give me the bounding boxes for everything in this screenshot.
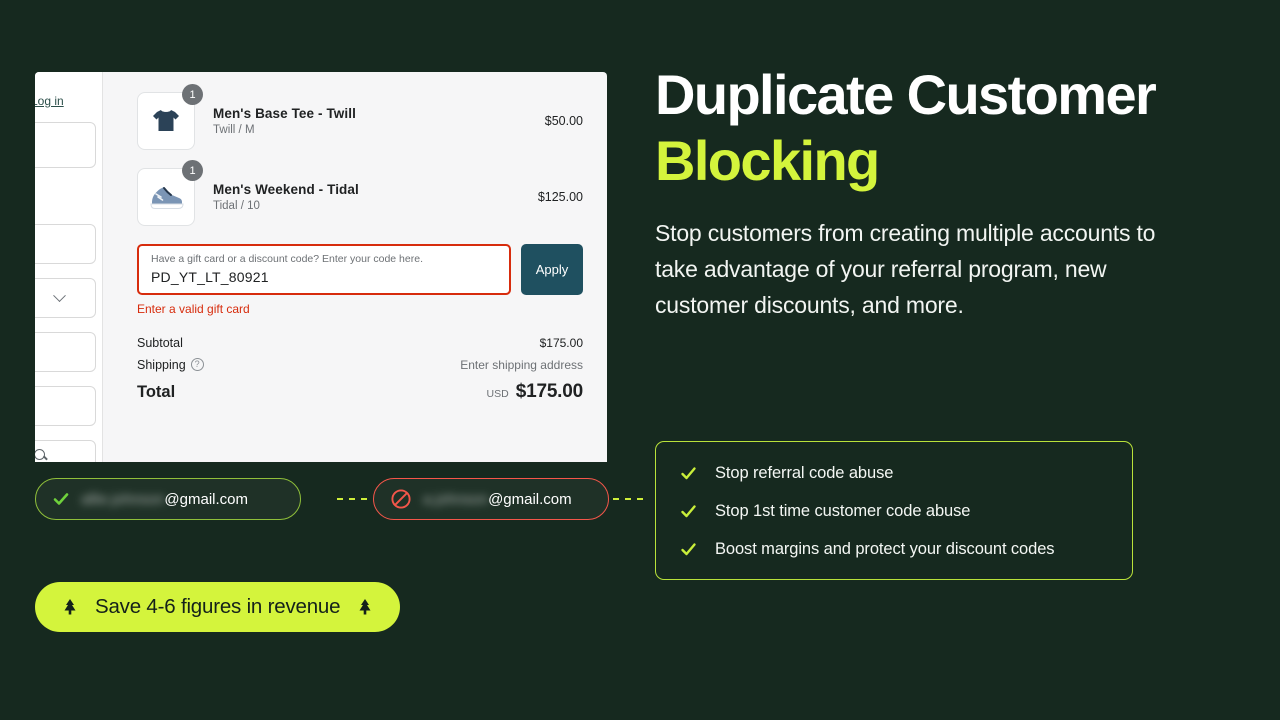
discount-code-value: PD_YT_LT_80921 (151, 268, 269, 285)
tshirt-icon (153, 110, 179, 131)
chevron-down-icon (53, 288, 66, 302)
blocked-email-text: a.johnson@gmail.com (423, 491, 572, 508)
form-field-email[interactable] (35, 122, 96, 168)
list-item: Stop referral code abuse (680, 464, 1108, 483)
checkout-preview: Log in 1 (35, 72, 607, 462)
check-icon (681, 543, 696, 556)
grand-total-currency: USD (486, 387, 509, 400)
save-revenue-cta-button[interactable]: Save 4-6 figures in revenue (35, 582, 401, 632)
check-icon (681, 467, 696, 480)
page-title: Duplicate Customer Blocking (655, 62, 1255, 193)
help-icon[interactable]: ? (190, 358, 204, 372)
tree-icon (64, 599, 76, 615)
feature-label: Stop referral code abuse (715, 464, 894, 482)
line-item-thumb-wrap: 1 (137, 160, 203, 226)
checkout-form-column: Log in (35, 72, 103, 462)
shipping-row: Shipping ? Enter shipping address (137, 358, 583, 372)
list-item: Stop 1st time customer code abuse (680, 502, 1108, 521)
allowed-email-text: allie.johnson@gmail.com (81, 491, 248, 508)
grand-total-row: Total USD $175.00 (137, 381, 583, 403)
check-icon (681, 505, 696, 518)
blocked-email-pill: a.johnson@gmail.com (373, 478, 609, 520)
feature-label: Boost margins and protect your discount … (715, 540, 1055, 558)
subtotal-row: Subtotal $175.00 (137, 336, 583, 350)
form-field-search[interactable] (35, 440, 96, 462)
quantity-badge: 1 (182, 84, 203, 105)
hero-column: Duplicate Customer Blocking Stop custome… (655, 62, 1255, 580)
allowed-email-name: allie.johnson (81, 490, 165, 508)
headline-line-1: Duplicate Customer (655, 63, 1157, 126)
totals-section: Subtotal $175.00 Shipping ? Enter shippi… (137, 336, 583, 403)
grand-total-amount: $175.00 (515, 380, 583, 402)
check-icon (53, 493, 69, 505)
blocked-email-domain: @gmail.com (488, 490, 572, 508)
product-price: $50.00 (544, 114, 583, 128)
quantity-badge: 1 (182, 160, 203, 181)
subtotal-value: $175.00 (539, 335, 583, 350)
line-item-text: Men's Base Tee - Twill Twill / M (195, 106, 545, 136)
line-item-text: Men's Weekend - Tidal Tidal / 10 (195, 182, 538, 212)
form-field-country-select[interactable] (35, 278, 96, 318)
cta-label: Save 4-6 figures in revenue (95, 595, 341, 618)
log-in-link[interactable]: Log in (35, 94, 102, 108)
line-item-thumb-wrap: 1 (137, 84, 203, 150)
discount-code-input[interactable]: Have a gift card or a discount code? Ent… (137, 244, 511, 295)
discount-error-message: Enter a valid gift card (137, 301, 250, 316)
product-price: $125.00 (537, 190, 583, 204)
feature-label: Stop 1st time customer code abuse (715, 502, 971, 520)
search-icon (35, 449, 45, 460)
pill-connector-right (613, 498, 643, 500)
feature-list: Stop referral code abuse Stop 1st time c… (655, 441, 1133, 580)
grand-total-right: USD $175.00 (486, 380, 584, 403)
hero-description: Stop customers from creating multiple ac… (655, 220, 1156, 319)
sneaker-icon (150, 187, 184, 209)
tree-icon (359, 599, 371, 615)
product-title: Men's Weekend - Tidal (213, 182, 359, 197)
list-item: Boost margins and protect your discount … (680, 540, 1108, 559)
headline-line-2: Blocking (655, 128, 880, 192)
email-pill-group: allie.johnson@gmail.com a.johnson@gmail.… (35, 478, 643, 522)
discount-code-row: Have a gift card or a discount code? Ent… (137, 244, 583, 295)
form-field-name[interactable] (35, 224, 96, 264)
order-summary: 1 Men's Base Tee - Twill Twill / M $50.0… (103, 72, 607, 462)
shipping-value: Enter shipping address (460, 357, 583, 372)
shipping-label: Shipping ? (137, 358, 204, 372)
form-field-city[interactable] (35, 386, 96, 426)
apply-discount-button[interactable]: Apply (521, 244, 583, 295)
form-field-address[interactable] (35, 332, 96, 372)
allowed-email-pill: allie.johnson@gmail.com (35, 478, 301, 520)
product-variant: Twill / M (213, 124, 255, 136)
subtotal-label: Subtotal (137, 335, 183, 350)
blocked-icon (391, 489, 411, 509)
shipping-label-text: Shipping (137, 357, 186, 372)
promo-slide: Log in 1 (0, 0, 1280, 720)
pill-connector-left (337, 498, 371, 500)
line-item: 1 Men's Base Tee - Twill Twill / M $50.0… (137, 84, 583, 150)
allowed-email-domain: @gmail.com (164, 490, 248, 508)
blocked-email-name: a.johnson (423, 490, 489, 508)
product-title: Men's Base Tee - Twill (213, 106, 356, 121)
line-item: 1 Men's Weekend - Tidal Tidal / 10 $125.… (137, 160, 583, 226)
discount-code-placeholder: Have a gift card or a discount code? Ent… (151, 253, 423, 265)
product-variant: Tidal / 10 (213, 200, 260, 212)
grand-total-label: Total (137, 382, 176, 401)
